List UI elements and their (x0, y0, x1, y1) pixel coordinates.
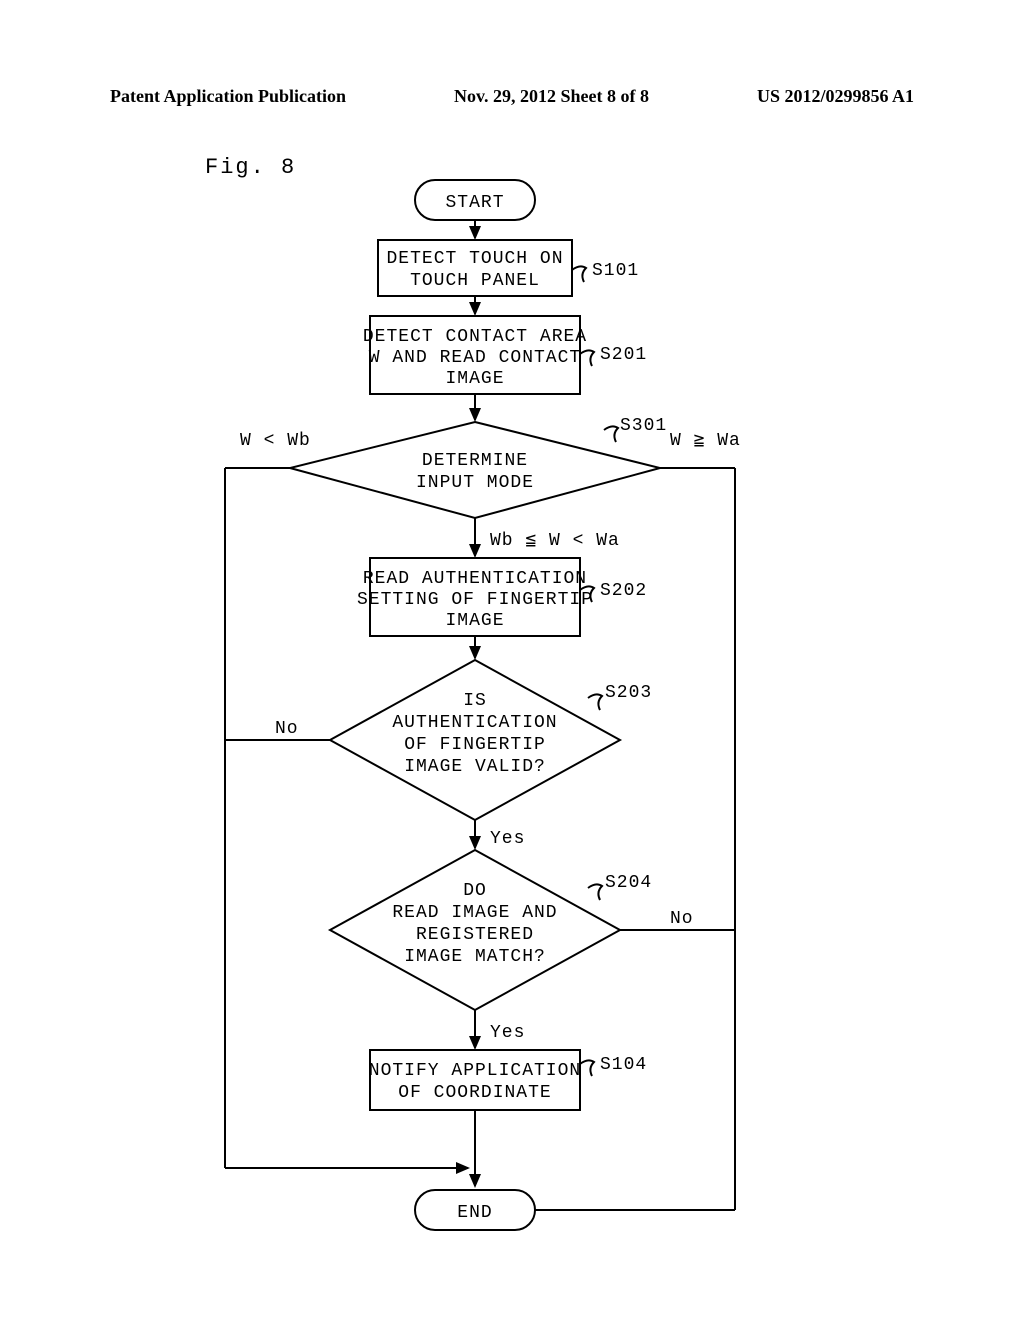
s202-line2: SETTING OF FINGERTIP (357, 590, 593, 610)
s203-label: S203 (605, 683, 652, 703)
s202-line1: READ AUTHENTICATION (363, 569, 587, 589)
s204-yes: Yes (490, 1023, 525, 1043)
s203-line2: AUTHENTICATION (392, 713, 557, 733)
branch-left: W < Wb (240, 431, 311, 451)
s101-line1: DETECT TOUCH ON (386, 249, 563, 269)
s203-no: No (275, 719, 299, 739)
s204-line3: REGISTERED (416, 925, 534, 945)
s201-label: S201 (600, 345, 647, 365)
s301-line1: DETERMINE (422, 451, 528, 471)
s104-label: S104 (600, 1055, 647, 1075)
s201-line3: IMAGE (445, 369, 504, 389)
s202-line3: IMAGE (445, 611, 504, 631)
s202-label: S202 (600, 581, 647, 601)
s204-line2: READ IMAGE AND (392, 903, 557, 923)
s201-line2: W AND READ CONTACT (369, 348, 581, 368)
s101-label: S101 (592, 261, 639, 281)
s204-line1: DO (463, 881, 487, 901)
s203-line4: IMAGE VALID? (404, 757, 546, 777)
s204-no: No (670, 909, 694, 929)
s104-line2: OF COORDINATE (398, 1083, 551, 1103)
end-terminal: END (457, 1203, 492, 1223)
s301-label: S301 (620, 416, 667, 436)
s203-line3: OF FINGERTIP (404, 735, 546, 755)
s203-line1: IS (463, 691, 487, 711)
s101-line2: TOUCH PANEL (410, 271, 540, 291)
s104-line1: NOTIFY APPLICATION (369, 1061, 581, 1081)
branch-right: W ≧ Wa (670, 431, 741, 451)
branch-mid: Wb ≦ W < Wa (490, 531, 620, 551)
flowchart: START DETECT TOUCH ON TOUCH PANEL S101 D… (0, 0, 1024, 1320)
s201-line1: DETECT CONTACT AREA (363, 327, 587, 347)
s301-line2: INPUT MODE (416, 473, 534, 493)
s204-line4: IMAGE MATCH? (404, 947, 546, 967)
start-terminal: START (445, 193, 504, 213)
s204-label: S204 (605, 873, 652, 893)
s203-yes: Yes (490, 829, 525, 849)
